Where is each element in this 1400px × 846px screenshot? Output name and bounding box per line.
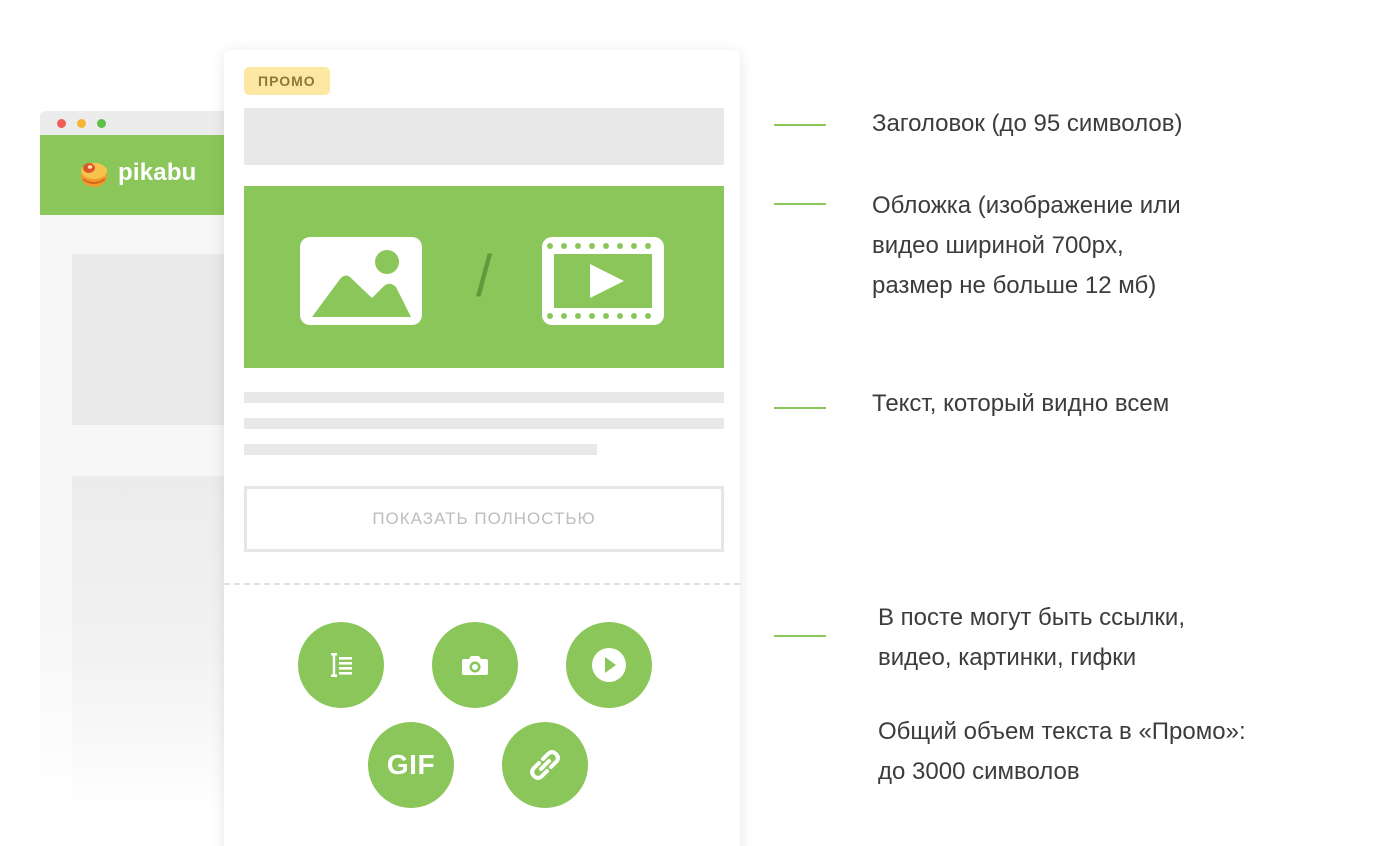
add-video-button[interactable] [566,622,652,708]
add-photo-button[interactable] [432,622,518,708]
annotation-line: видео шириной 700px, [872,232,1124,259]
title-placeholder [244,108,724,165]
text-placeholder-line [244,392,724,403]
annotation-line: Текст, который видно всем [872,390,1170,417]
cover-illustration: / [244,186,724,368]
annotation-line: Заголовок (до 95 символов) [872,110,1183,137]
cover-area[interactable]: / [244,186,724,368]
cover-annotation: Обложка (изображение или видео шириной 7… [872,186,1181,306]
pikabu-logo-icon [81,163,107,187]
annotation-line: до 3000 символов [878,758,1080,785]
camera-icon [462,656,488,675]
annotation-tick [774,203,826,205]
annotation-line: Общий объем текста в «Промо»: [878,718,1246,745]
dashed-divider [224,583,740,585]
add-gif-button[interactable]: GIF [368,722,454,808]
annotation-tick [774,407,826,409]
play-icon [592,648,626,682]
promo-badge: ПРОМО [244,67,330,95]
annotation-tick [774,635,826,637]
add-link-button[interactable] [502,722,588,808]
promo-post-card: ПРОМО / ПОКАЗАТЬ ПОЛНОСТЬЮ GIF [224,50,740,846]
site-logo[interactable]: pikabu [78,157,197,189]
text-annotation: Текст, который видно всем [872,384,1169,424]
text-block-icon [331,653,352,677]
annotation-line: В посте могут быть ссылки, [878,604,1186,631]
maximize-window-dot[interactable] [97,119,106,128]
show-full-button[interactable]: ПОКАЗАТЬ ПОЛНОСТЬЮ [244,486,724,552]
limit-annotation: Общий объем текста в «Промо»: до 3000 си… [878,712,1246,792]
image-icon [300,237,422,325]
cover-separator: / [476,244,493,309]
logo-text: pikabu [118,159,197,186]
gif-icon: GIF [386,749,436,780]
video-icon [542,237,664,325]
title-annotation: Заголовок (до 95 символов) [872,104,1182,144]
annotation-tick [774,124,826,126]
add-text-button[interactable] [298,622,384,708]
content-annotation: В посте могут быть ссылки, видео, картин… [878,598,1185,678]
minimize-window-dot[interactable] [77,119,86,128]
annotation-line: видео, картинки, гифки [878,644,1137,671]
text-placeholder-line [244,444,597,455]
text-placeholder-line [244,418,724,429]
close-window-dot[interactable] [57,119,66,128]
annotation-line: размер не больше 12 мб) [872,272,1157,299]
link-icon [530,750,560,780]
annotation-line: Обложка (изображение или [872,192,1181,219]
